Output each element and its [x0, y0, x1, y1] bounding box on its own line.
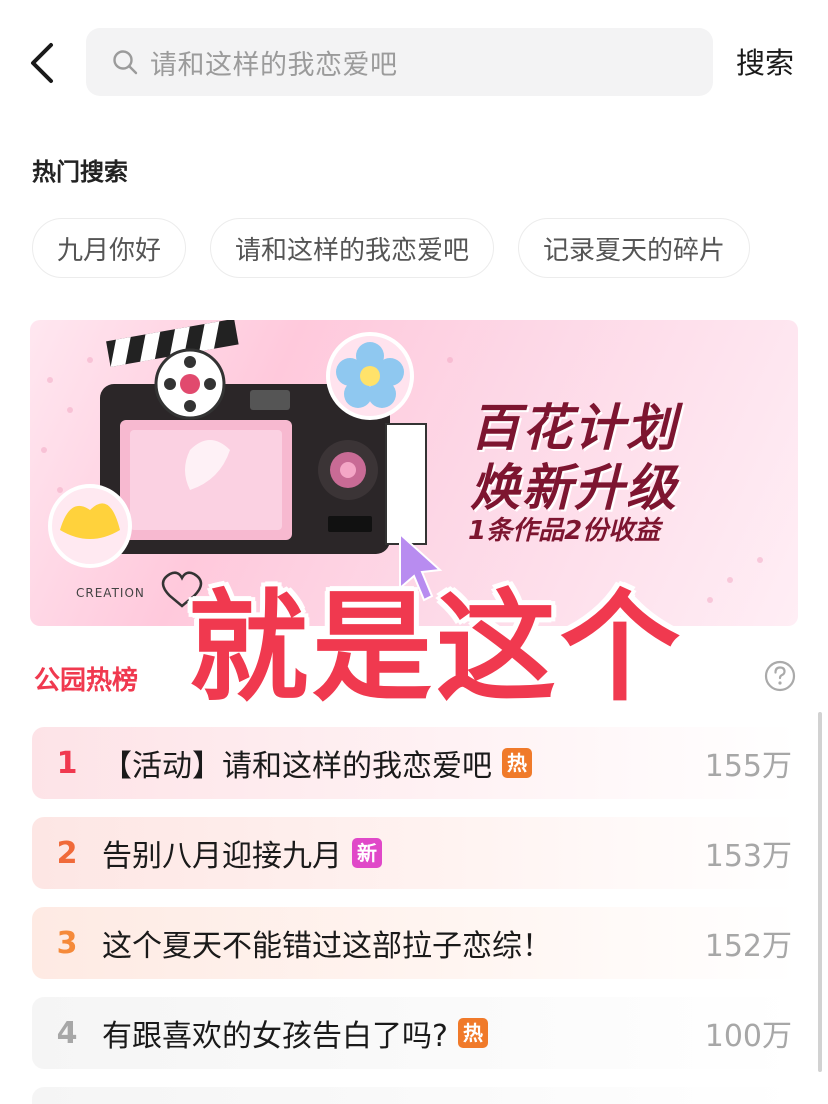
- hot-search-chip[interactable]: 九月你好: [32, 218, 187, 278]
- ranking-row[interactable]: 4 有跟喜欢的女孩告白了吗? 热 100万: [32, 997, 798, 1069]
- ranking-item-title: 【活动】请和这样的我恋爱吧: [102, 749, 492, 784]
- hot-badge: 热: [457, 1018, 488, 1048]
- hot-search-chip[interactable]: 请和这样的我恋爱吧: [210, 218, 495, 278]
- search-input[interactable]: 请和这样的我恋爱吧: [86, 28, 713, 96]
- ranking-number: 2: [56, 835, 78, 871]
- ranking-count: 152万: [704, 929, 792, 964]
- ranking-row-partial[interactable]: [32, 1087, 798, 1104]
- new-badge: 新: [352, 838, 382, 868]
- ranking-item-title: 告别八月迎接九月: [102, 839, 342, 874]
- overlay-caption: 就是这个: [188, 579, 684, 718]
- chevron-left-icon: [31, 43, 53, 83]
- ranking-row[interactable]: 1 【活动】请和这样的我恋爱吧 热 155万: [32, 727, 798, 799]
- ranking-row[interactable]: 3 这个夏天不能错过这部拉子恋综！ 152万: [32, 907, 798, 979]
- ranking-number: 1: [56, 745, 78, 781]
- search-icon: [113, 50, 138, 75]
- hot-badge: 热: [502, 748, 532, 778]
- scrollbar[interactable]: [818, 712, 822, 1072]
- ranking-count: 153万: [704, 839, 792, 874]
- banner-creation-label: CREATION: [76, 586, 145, 600]
- back-button[interactable]: [22, 40, 62, 86]
- hot-search-chips: 九月你好 请和这样的我恋爱吧 记录夏天的碎片: [32, 218, 751, 278]
- ranking-count: 100万: [704, 1019, 792, 1054]
- ranking-title: 公园热榜: [34, 666, 139, 696]
- ranking-number: 4: [56, 1015, 78, 1051]
- ranking-row[interactable]: 2 告别八月迎接九月 新 153万: [32, 817, 798, 889]
- hot-search-title: 热门搜索: [32, 158, 128, 186]
- top-bar: 请和这样的我恋爱吧 搜索: [0, 0, 828, 124]
- search-button[interactable]: 搜索: [736, 40, 794, 82]
- ranking-number: 3: [56, 925, 78, 961]
- ranking-count: 155万: [704, 749, 792, 784]
- hot-search-chip[interactable]: 记录夏天的碎片: [518, 218, 751, 278]
- banner-subtitle: 1条作品2份收益: [468, 516, 661, 546]
- search-placeholder: 请和这样的我恋爱吧: [150, 49, 398, 81]
- question-circle-icon[interactable]: [764, 660, 796, 692]
- ranking-item-title: 这个夏天不能错过这部拉子恋综！: [102, 929, 552, 964]
- ranking-item-title: 有跟喜欢的女孩告白了吗?: [102, 1019, 448, 1054]
